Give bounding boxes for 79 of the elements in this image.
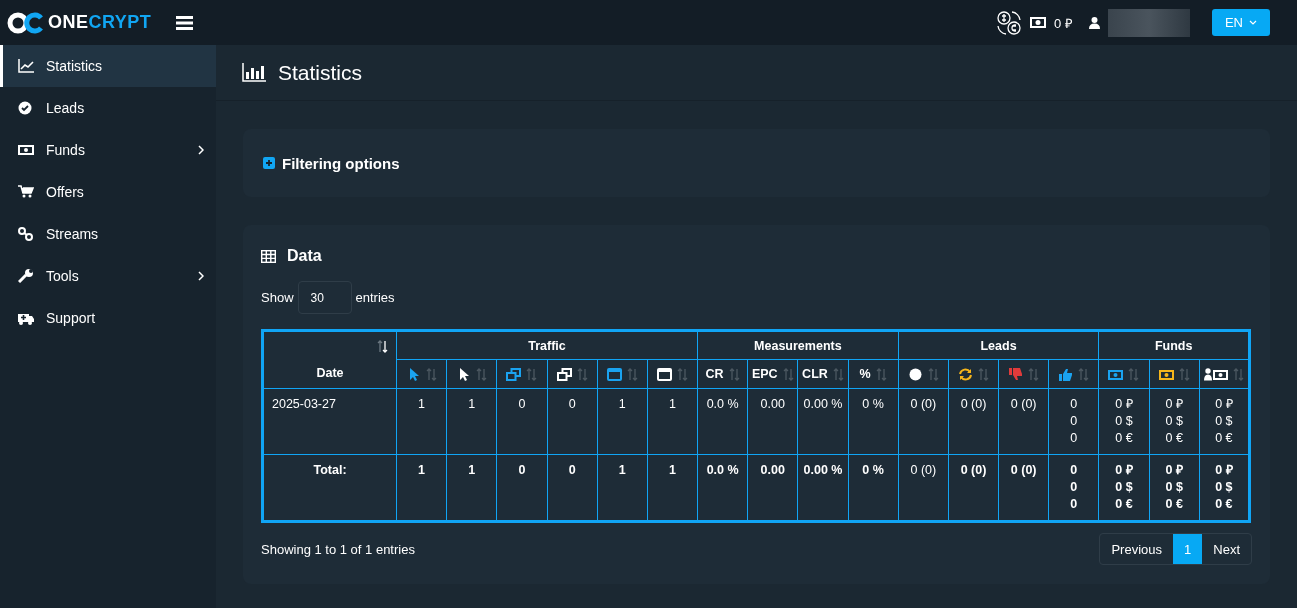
table-cell: 0.00 % xyxy=(797,388,849,455)
sidebar-item[interactable]: Funds xyxy=(0,129,216,171)
column-header[interactable]: CLR xyxy=(797,359,849,389)
entries-summary: Showing 1 to 1 of 1 entries xyxy=(261,541,415,557)
group-header: Traffic xyxy=(396,330,698,360)
column-header[interactable] xyxy=(446,359,497,389)
wrench-icon xyxy=(18,269,34,283)
table-cell: 1 xyxy=(647,388,698,455)
column-header[interactable]: CR xyxy=(697,359,748,389)
banknote-icon xyxy=(1158,367,1174,381)
table-cell: 2025-03-27 xyxy=(262,388,397,455)
chart-line-icon xyxy=(18,59,34,73)
sidebar-item[interactable]: Tools xyxy=(0,255,216,297)
user-icon[interactable] xyxy=(1088,16,1100,29)
chevron-right-icon xyxy=(198,271,204,281)
table-cell: 0 % xyxy=(848,388,899,455)
page-title: Statistics xyxy=(278,60,363,85)
table-cell: 0 xyxy=(547,388,598,455)
banknote-icon xyxy=(18,143,34,157)
table-cell: 0.00 xyxy=(747,388,798,455)
column-header[interactable] xyxy=(647,359,698,389)
column-header[interactable] xyxy=(547,359,598,389)
plus-square-icon xyxy=(263,157,275,169)
group-header: Leads xyxy=(898,330,1099,360)
column-header[interactable]: Date xyxy=(262,330,397,389)
window-icon xyxy=(606,367,622,381)
thumbs-up-icon xyxy=(1058,367,1074,381)
currency-exchange-icon[interactable] xyxy=(996,9,1023,36)
filter-toggle[interactable]: Filtering options xyxy=(263,154,400,172)
sidebar-item[interactable]: Streams xyxy=(0,213,216,255)
circle-icon xyxy=(907,367,923,381)
column-header[interactable]: EPC xyxy=(747,359,798,389)
group-header: Measurements xyxy=(697,330,899,360)
show-label: Show xyxy=(261,290,294,305)
table-cell: 0 0 0 xyxy=(1048,388,1099,455)
table-cell: 1 xyxy=(446,388,497,455)
table-cell: 0 ₽ 0 $ 0 € xyxy=(1098,388,1150,455)
cart-icon xyxy=(18,185,34,199)
windows-icon xyxy=(556,367,572,381)
table-cell: 0 ₽ 0 $ 0 € xyxy=(1149,388,1200,455)
link-icon xyxy=(18,227,34,241)
menu-icon[interactable] xyxy=(176,15,194,30)
chevron-down-icon xyxy=(1249,20,1257,25)
balance-amount: 0 ₽ xyxy=(1054,14,1073,32)
table-icon xyxy=(261,249,276,263)
ambulance-icon xyxy=(18,311,34,325)
sidebar-item[interactable]: Leads xyxy=(0,87,216,129)
column-header[interactable]: % xyxy=(848,359,899,389)
banknote-icon xyxy=(1030,17,1047,28)
windows-icon xyxy=(506,367,522,381)
sidebar-item[interactable]: Support xyxy=(0,297,216,339)
sidebar-item[interactable]: Statistics xyxy=(0,45,216,87)
user-banknote-icon xyxy=(1203,367,1228,381)
table-cell: 1 xyxy=(396,388,447,455)
column-header[interactable] xyxy=(898,359,949,389)
column-header[interactable] xyxy=(948,359,999,389)
column-header[interactable] xyxy=(1149,359,1200,389)
window-icon xyxy=(656,367,672,381)
entries-label: entries xyxy=(355,290,395,305)
table-cell: 0 (0) xyxy=(898,388,949,455)
sidebar-item[interactable]: Offers xyxy=(0,171,216,213)
logo-text: ONECRYPT xyxy=(48,12,152,33)
table-cell: 0.0 % xyxy=(697,388,748,455)
table-cell: 1 xyxy=(597,388,648,455)
chevron-right-icon xyxy=(198,145,204,155)
card-title: Data xyxy=(287,247,322,265)
page-button[interactable]: Previous xyxy=(1100,534,1174,564)
table-cell: 0 (0) xyxy=(948,388,999,455)
sort-icon[interactable] xyxy=(377,340,388,353)
thumbs-down-icon xyxy=(1008,367,1024,381)
sync-icon xyxy=(957,367,973,381)
table-cell: 0 xyxy=(496,388,547,455)
logo-icon xyxy=(7,11,45,34)
page-size-field[interactable]: 30 xyxy=(297,281,352,314)
bar-chart-icon xyxy=(242,63,266,82)
check-circle-icon xyxy=(18,101,34,115)
table-cell: 0 (0) xyxy=(998,388,1049,455)
banknote-icon xyxy=(1108,367,1124,381)
page-button[interactable]: Next xyxy=(1202,534,1251,564)
